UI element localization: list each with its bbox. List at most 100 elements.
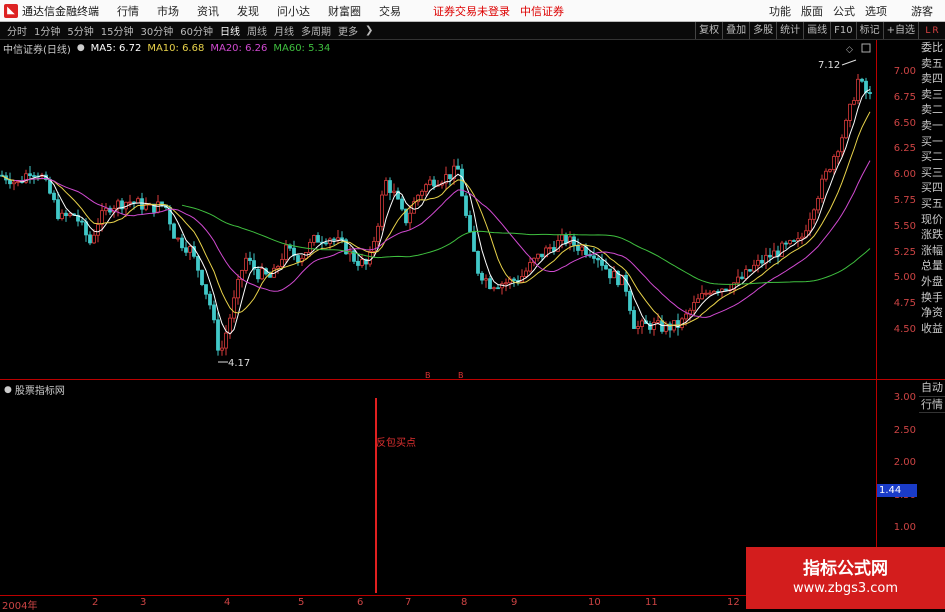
order-book-side-panel: 委比 卖五 卖四 卖三 卖二 卖一 买一 买二 买三 买四 买五 现价 涨跌 涨幅 总量 外盘 换手 净资 收益 xyxy=(919,40,945,380)
side-toggle[interactable]: L R xyxy=(919,22,945,39)
menu-item-market[interactable]: 市场 xyxy=(157,3,179,19)
menu-item-news[interactable]: 资讯 xyxy=(197,3,219,19)
menu-item-formula[interactable]: 公式 xyxy=(833,3,855,19)
settings-dot-icon[interactable]: ● xyxy=(77,43,85,53)
chevron-right-icon[interactable]: ❯ xyxy=(365,25,373,36)
side-item-12[interactable]: 涨跌 xyxy=(919,227,945,243)
candle-body xyxy=(376,225,380,242)
period-30min[interactable]: 30分钟 xyxy=(140,23,173,38)
menu-item-function[interactable]: 功能 xyxy=(769,3,791,19)
side-item-11[interactable]: 现价 xyxy=(919,212,945,228)
candle-body xyxy=(640,320,644,327)
candle-body xyxy=(828,169,832,172)
candle-body xyxy=(212,304,216,321)
candle-body xyxy=(824,170,828,180)
candle-body xyxy=(636,326,640,329)
candle-body xyxy=(128,201,132,204)
menu-item-discover[interactable]: 发现 xyxy=(237,3,259,19)
overlay-button[interactable]: 叠加 xyxy=(722,22,749,39)
menu-right-group: 功能 版面 公式 选项 游客 xyxy=(769,3,945,19)
candle-body xyxy=(528,262,532,272)
kline-chart[interactable]: 7.124.17B B◇ xyxy=(0,40,876,380)
side-item-15[interactable]: 外盘 xyxy=(919,274,945,290)
period-15min[interactable]: 15分钟 xyxy=(101,23,134,38)
date-tick-label: 3 xyxy=(140,597,147,608)
expand-icon[interactable] xyxy=(861,43,871,53)
side-item-8[interactable]: 买三 xyxy=(919,165,945,181)
candle-body xyxy=(400,198,404,210)
f10-button[interactable]: F10 xyxy=(830,22,855,39)
side-item-5[interactable]: 卖一 xyxy=(919,118,945,134)
mark-button[interactable]: 标记 xyxy=(855,22,883,39)
side-item-4[interactable]: 卖二 xyxy=(919,102,945,118)
menu-item-options[interactable]: 选项 xyxy=(865,3,887,19)
low-price-label: 4.17 xyxy=(228,358,250,369)
menu-item-layout[interactable]: 版面 xyxy=(801,3,823,19)
ma5-value: MA5: 6.72 xyxy=(90,42,142,54)
broker-name: 中信证券 xyxy=(520,4,564,18)
menu-bar: ◣ 通达信金融终端 行情 市场 资讯 发现 问小达 财富圈 交易 证券交易未登录… xyxy=(0,0,945,22)
date-tick-label: 10 xyxy=(588,597,601,608)
side-toggle-right[interactable]: R xyxy=(932,26,938,36)
side-item-16[interactable]: 换手 xyxy=(919,290,945,306)
menu-item-wealth[interactable]: 财富圈 xyxy=(328,3,361,19)
side-item-9[interactable]: 买四 xyxy=(919,180,945,196)
side-item-10[interactable]: 买五 xyxy=(919,196,945,212)
guest-label[interactable]: 游客 xyxy=(911,3,933,19)
price-tick-label: 6.75 xyxy=(893,91,916,103)
candle-body xyxy=(604,265,608,270)
side-item-1[interactable]: 卖五 xyxy=(919,56,945,72)
menu-item-trade[interactable]: 交易 xyxy=(379,3,401,19)
side-item-0[interactable]: 委比 xyxy=(919,40,945,56)
date-tick-label: 2004年 xyxy=(2,601,38,612)
period-timeshare[interactable]: 分时 xyxy=(7,23,27,38)
diamond-icon[interactable]: ◇ xyxy=(846,45,853,55)
period-5min[interactable]: 5分钟 xyxy=(67,23,93,38)
date-tick-label: 9 xyxy=(511,597,518,608)
candle-body xyxy=(28,173,32,177)
period-daily[interactable]: 日线 xyxy=(220,23,240,38)
candle-body xyxy=(712,290,716,294)
ma20-value: MA20: 6.26 xyxy=(210,42,268,54)
period-monthly[interactable]: 月线 xyxy=(274,23,294,38)
candle-body xyxy=(560,234,564,241)
period-weekly[interactable]: 周线 xyxy=(247,23,267,38)
candle-body xyxy=(60,212,64,219)
candle-body xyxy=(324,242,328,245)
side-item-17[interactable]: 净资 xyxy=(919,305,945,321)
adjust-button[interactable]: 复权 xyxy=(695,22,722,39)
period-more[interactable]: 更多 xyxy=(338,23,358,38)
side-item-6[interactable]: 买一 xyxy=(919,134,945,150)
side-item-13[interactable]: 涨幅 xyxy=(919,243,945,259)
period-1min[interactable]: 1分钟 xyxy=(34,23,60,38)
indicator-chart[interactable]: 反包买点 xyxy=(0,380,876,595)
auto-button[interactable]: 自动 xyxy=(919,380,945,397)
add-watchlist-button[interactable]: +自选 xyxy=(882,22,918,39)
price-tick-label: 5.00 xyxy=(893,272,916,284)
menu-item-quotes[interactable]: 行情 xyxy=(117,3,139,19)
side-item-14[interactable]: 总量 xyxy=(919,258,945,274)
candle-body xyxy=(204,284,208,295)
candle-body xyxy=(448,174,452,180)
indicator-settings-icon[interactable]: ● xyxy=(4,385,12,395)
multi-stock-button[interactable]: 多股 xyxy=(749,22,776,39)
side-toggle-left[interactable]: L xyxy=(925,26,930,36)
period-multi[interactable]: 多周期 xyxy=(301,23,331,38)
menu-item-ask[interactable]: 问小达 xyxy=(277,3,310,19)
candle-body xyxy=(788,240,792,244)
side-item-2[interactable]: 卖四 xyxy=(919,71,945,87)
trade-login-status[interactable]: 证券交易未登录 xyxy=(433,3,510,19)
candle-body xyxy=(216,319,220,351)
watermark-title: 指标公式网 xyxy=(803,559,888,579)
period-60min[interactable]: 60分钟 xyxy=(180,23,213,38)
side-item-7[interactable]: 买二 xyxy=(919,149,945,165)
candle-body xyxy=(428,179,432,186)
draw-line-button[interactable]: 画线 xyxy=(803,22,830,39)
candle-body xyxy=(780,242,784,257)
side-item-3[interactable]: 卖三 xyxy=(919,87,945,103)
candle-body xyxy=(724,288,728,291)
quote-button[interactable]: 行情 xyxy=(919,397,945,414)
date-tick-label: 8 xyxy=(461,597,468,608)
side-item-18[interactable]: 收益 xyxy=(919,321,945,337)
stats-button[interactable]: 统计 xyxy=(776,22,803,39)
